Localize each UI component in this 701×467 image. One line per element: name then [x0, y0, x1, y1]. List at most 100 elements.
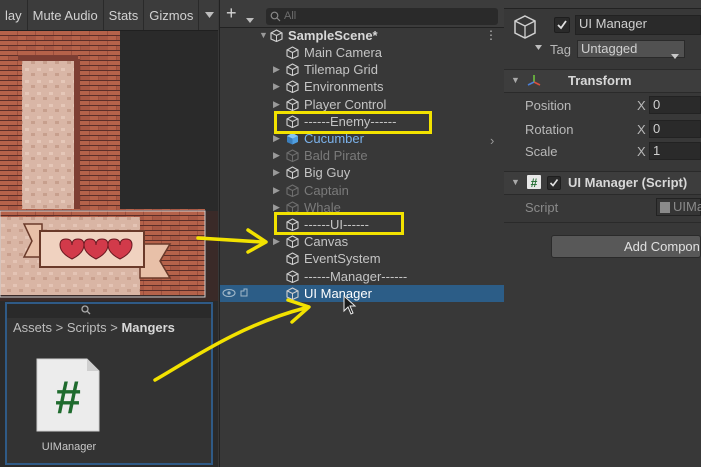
gameobject-icon: [286, 46, 299, 60]
gameobject-icon: [286, 63, 299, 77]
add-dropdown-icon[interactable]: [246, 11, 254, 26]
highlight-ui-box: [274, 212, 404, 235]
hierarchy-item-label: Captain: [304, 182, 349, 198]
rotation-x-field[interactable]: 0: [649, 120, 701, 138]
hierarchy-item[interactable]: ▶ Canvas: [220, 233, 504, 250]
hierarchy-item-label: Bald Pirate: [304, 148, 368, 164]
transform-title: Transform: [568, 73, 632, 88]
prefab-open-arrow-icon[interactable]: ›: [490, 133, 494, 148]
breadcrumb-separator-icon: >: [110, 320, 122, 335]
gameobject-icon: [286, 252, 299, 266]
script-asset-label[interactable]: UIManager: [17, 441, 121, 453]
hierarchy-item[interactable]: ▶ Big Guy: [220, 164, 504, 181]
hierarchy-item[interactable]: ▶ Bald Pirate: [220, 147, 504, 164]
icon-dropdown-icon[interactable]: [535, 38, 542, 53]
expand-arrow-icon[interactable]: ▶: [273, 78, 280, 95]
expand-arrow-icon[interactable]: ▶: [273, 182, 280, 199]
hierarchy-item-label: EventSystem: [304, 251, 381, 267]
gameobject-icon: [286, 269, 299, 283]
scale-x-field[interactable]: 1: [649, 142, 701, 160]
hierarchy-item[interactable]: UI Manager: [220, 284, 504, 302]
more-options-icon[interactable]: ⋮: [485, 27, 497, 44]
transform-icon: [526, 73, 542, 92]
collapse-arrow-icon[interactable]: ▼: [511, 177, 520, 187]
script-reference-field[interactable]: UIMa: [656, 198, 701, 216]
add-component-button[interactable]: Add Compon: [551, 235, 701, 258]
project-window: Assets > Scripts > Mangers # UIManager: [5, 302, 213, 465]
gameobject-icon: [286, 97, 299, 111]
object-name-field[interactable]: UI Manager: [575, 15, 701, 35]
tag-dropdown[interactable]: Untagged: [577, 40, 685, 59]
position-x-field[interactable]: 0: [649, 96, 701, 114]
hierarchy-item[interactable]: ▶ Tilemap Grid: [220, 61, 504, 78]
hierarchy-item-label: Main Camera: [304, 45, 383, 60]
divider: [504, 222, 701, 223]
play-mode-button[interactable]: lay: [0, 0, 28, 30]
game-toolbar: lay Mute Audio Stats Gizmos: [0, 0, 218, 31]
csharp-script-icon: #: [527, 175, 541, 190]
gameobject-icon: [286, 166, 299, 180]
expand-arrow-icon[interactable]: ▶: [273, 233, 280, 250]
breadcrumb: Assets > Scripts > Mangers: [13, 320, 175, 335]
unity-scene-icon: [270, 29, 283, 43]
game-view-canvas[interactable]: [0, 31, 218, 301]
breadcrumb-scripts[interactable]: Scripts: [67, 320, 107, 335]
active-checkbox[interactable]: [554, 17, 570, 33]
hierarchy-item-label: ------Manager------: [304, 268, 408, 284]
collapse-arrow-icon[interactable]: ▼: [511, 75, 520, 85]
rotation-label: Rotation: [525, 122, 574, 137]
search-placeholder: All: [284, 10, 297, 22]
rotation-x-label: X: [637, 122, 646, 137]
hierarchy-item-label: Environments: [304, 79, 384, 95]
gameobject-icon: [286, 287, 299, 300]
hierarchy-item[interactable]: EventSystem: [220, 250, 504, 267]
script-component-header[interactable]: ▼ # UI Manager (Script): [504, 171, 701, 195]
inspector-panel: UI Manager Tag Untagged ▼ Transform Posi…: [504, 0, 701, 467]
gizmos-button[interactable]: Gizmos: [144, 0, 198, 30]
transform-header[interactable]: ▼ Transform: [504, 69, 701, 93]
pixel-art-scene: [0, 31, 218, 301]
breadcrumb-mangers[interactable]: Mangers: [121, 320, 174, 335]
tag-dropdown-icon: [671, 47, 679, 63]
svg-text:#: #: [55, 371, 81, 423]
position-label: Position: [525, 98, 572, 113]
hierarchy-search-input[interactable]: All: [266, 8, 498, 25]
position-x-label: X: [637, 98, 646, 113]
expand-arrow-icon[interactable]: ▶: [273, 147, 280, 164]
hierarchy-item[interactable]: ▶ Captain: [220, 182, 504, 199]
enabled-checkbox[interactable]: [547, 176, 561, 190]
gameobject-icon: [286, 80, 299, 94]
scene-row[interactable]: ▼ SampleScene* ⋮: [220, 27, 504, 44]
script-reference-value: UIMa: [673, 199, 701, 214]
game-view-panel: lay Mute Audio Stats Gizmos Assets > Scr…: [0, 0, 218, 467]
expand-arrow-icon[interactable]: ▼: [259, 27, 268, 44]
expand-arrow-icon[interactable]: ▶: [273, 164, 280, 181]
hierarchy-toolbar: + All: [220, 0, 504, 28]
stats-button[interactable]: Stats: [104, 0, 145, 30]
gameobject-icon: [286, 149, 299, 163]
gizmos-dropdown-icon[interactable]: [198, 0, 220, 30]
breadcrumb-separator-icon: >: [55, 320, 67, 335]
hierarchy-item[interactable]: ▶ Environments: [220, 78, 504, 95]
hierarchy-item[interactable]: Main Camera: [220, 44, 504, 61]
script-asset-icon[interactable]: #: [35, 357, 101, 433]
visibility-toggle-icon[interactable]: [222, 287, 252, 299]
search-icon: [270, 11, 281, 28]
expand-arrow-icon[interactable]: ▶: [273, 61, 280, 78]
tag-value: Untagged: [581, 41, 638, 56]
svg-text:#: #: [531, 176, 538, 189]
add-icon[interactable]: +: [226, 4, 237, 22]
hierarchy-item[interactable]: ------Manager------: [220, 268, 504, 285]
mute-audio-button[interactable]: Mute Audio: [28, 0, 104, 30]
highlight-enemy-box: [274, 111, 432, 134]
hierarchy-item-label: Tilemap Grid: [304, 62, 378, 78]
scale-label: Scale: [525, 144, 558, 159]
script-label: Script: [525, 200, 559, 215]
script-component-title: UI Manager (Script): [568, 175, 688, 190]
breadcrumb-assets[interactable]: Assets: [13, 320, 52, 335]
hierarchy-item-label: Canvas: [304, 234, 349, 250]
script-file-icon: [660, 202, 670, 213]
scale-x-label: X: [637, 144, 646, 159]
project-search-bar[interactable]: [7, 304, 211, 318]
gameobject-icon: [286, 235, 299, 249]
